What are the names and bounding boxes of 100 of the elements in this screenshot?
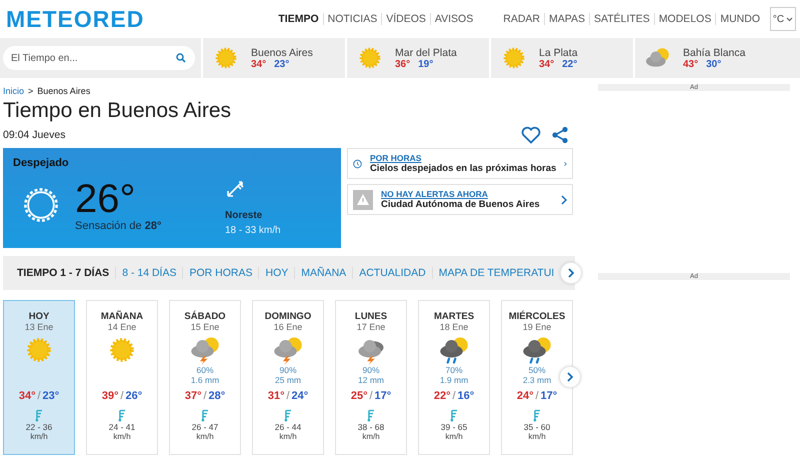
info-text: Ciudad Autónoma de Buenos Aires xyxy=(381,199,541,210)
share-icon[interactable] xyxy=(551,126,569,144)
local-time: 09:04 Jueves xyxy=(3,129,66,141)
min-temp: 16° xyxy=(458,390,474,402)
city-item[interactable]: Bahía Blanca 43° 30° xyxy=(633,38,777,78)
sun-icon xyxy=(501,45,527,71)
nav-link[interactable]: SATÉLITES xyxy=(588,13,654,25)
max-temp: 22° xyxy=(434,390,450,402)
day-card[interactable]: DOMINGO 16 Ene 90% 25 mm 31° / 24° 26 - 44 km/h xyxy=(252,300,324,455)
day-date: 19 Ene xyxy=(522,322,552,332)
wind-icon xyxy=(284,409,292,422)
temp-separator: / xyxy=(452,390,456,402)
precip-amount: 12 mm xyxy=(358,375,384,385)
max-temp: 43° xyxy=(683,58,698,70)
nav-link[interactable]: RADAR xyxy=(499,13,544,25)
max-temp: 24° xyxy=(516,390,534,402)
temp-separator: / xyxy=(37,390,41,402)
tab[interactable]: POR HORAS xyxy=(182,267,258,279)
info-link[interactable]: NO HAY ALERTAS AHORA xyxy=(381,189,553,199)
precip-probability: 50% xyxy=(527,365,546,375)
day-card[interactable]: MARTES 18 Ene 70% 1.9 mm 22° / 16° 39 - 65 km/h xyxy=(418,300,490,455)
wind-icon xyxy=(35,409,43,422)
nav-link[interactable]: MUNDO xyxy=(715,13,764,25)
day-card[interactable]: LUNES 17 Ene 90% 12 mm 25° / 17° 38 - 68 km/h xyxy=(335,300,407,455)
city-name: Mar del Plata xyxy=(395,46,457,58)
city-name: Buenos Aires xyxy=(251,46,313,58)
min-temp: 17° xyxy=(374,390,392,402)
unit-select[interactable]: °C xyxy=(770,7,796,31)
precip-probability: 60% xyxy=(195,365,214,375)
precip-probability: 90% xyxy=(361,365,380,375)
info-card[interactable]: POR HORAS Cielos despejados en las próximas horas xyxy=(347,148,573,179)
sun-icon xyxy=(24,335,54,365)
nav-link[interactable]: NOTICIAS xyxy=(322,13,382,25)
wind-icon xyxy=(367,409,375,422)
wind-speed: 26 - 44 xyxy=(274,422,302,432)
day-card[interactable]: MAÑANA 14 Ene 39° / 26° 24 - 41 km/h xyxy=(86,300,158,455)
day-card[interactable]: MIÉRCOLES 19 Ene 50% 2.3 mm 24° / 17° 35 - 60 km/h xyxy=(501,300,573,455)
min-temp: 22° xyxy=(562,58,578,70)
wind-speed: 24 - 41 xyxy=(108,422,136,432)
max-temp: 34° xyxy=(18,390,36,402)
day-date: 14 Ene xyxy=(108,322,136,332)
page-title: Tiempo en Buenos Aires xyxy=(3,99,232,123)
day-date: 17 Ene xyxy=(356,322,386,332)
tab[interactable]: TIEMPO 1 - 7 DÍAS xyxy=(11,267,116,279)
city-item[interactable]: La Plata 34° 22° xyxy=(489,38,633,78)
city-name: Bahía Blanca xyxy=(683,46,746,58)
precip-amount: 1.6 mm xyxy=(190,375,220,385)
caret-icon xyxy=(786,16,794,22)
breadcrumb-separator: > xyxy=(28,86,34,96)
min-temp: 28° xyxy=(208,390,226,402)
max-temp: 34° xyxy=(251,58,266,70)
nav-link[interactable]: MODELOS xyxy=(654,13,716,25)
city-name: La Plata xyxy=(539,46,578,58)
wind-unit: km/h xyxy=(113,432,131,441)
tab[interactable]: ACTUALIDAD xyxy=(352,267,432,279)
info-card[interactable]: NO HAY ALERTAS AHORA Ciudad Autónoma de Buenos Aires xyxy=(347,184,573,215)
tab[interactable]: 8 - 14 DÍAS xyxy=(115,267,182,279)
heart-icon[interactable] xyxy=(521,126,541,144)
info-link[interactable]: POR HORAS xyxy=(370,153,556,163)
breadcrumb-link[interactable]: Inicio xyxy=(3,86,24,96)
wind-direction: Noreste xyxy=(225,210,264,221)
next-button[interactable] xyxy=(559,366,581,388)
wind-speed: 39 - 65 xyxy=(440,422,468,432)
chevron-right-icon xyxy=(561,194,567,204)
nav-link[interactable]: TIEMPO xyxy=(274,13,323,25)
wind-speed: 26 - 47 xyxy=(192,422,218,432)
storm-icon xyxy=(190,335,220,365)
nav-link[interactable]: AVISOS xyxy=(430,13,478,25)
min-temp: 30° xyxy=(706,58,722,70)
day-card[interactable]: SÁBADO 15 Ene 60% 1.6 mm 37° / 28° 26 - 47 km/h xyxy=(169,300,241,455)
max-temp: 25° xyxy=(350,390,368,402)
chevron-right-icon xyxy=(567,372,573,382)
min-temp: 24° xyxy=(292,390,308,402)
city-item[interactable]: Mar del Plata 36° 19° xyxy=(345,38,489,78)
wind-unit: km/h xyxy=(279,432,297,441)
day-card[interactable]: HOY 13 Ene 34° / 23° 22 - 36 km/h xyxy=(3,300,75,455)
city-item[interactable]: Buenos Aires 34° 23° xyxy=(201,38,345,78)
day-date: 15 Ene xyxy=(190,322,220,332)
wind-icon xyxy=(450,409,458,422)
chevron-right-icon xyxy=(568,268,574,278)
search-field[interactable]: El Tiempo en... xyxy=(3,46,195,70)
tab[interactable]: MAÑANA xyxy=(294,267,352,279)
breadcrumb-current: Buenos Aires xyxy=(37,86,90,96)
next-button[interactable] xyxy=(560,262,582,284)
precip-amount: 1.9 mm xyxy=(440,375,468,385)
nav-link[interactable]: MAPAS xyxy=(544,13,589,25)
rain-icon xyxy=(522,335,552,365)
precip-amount: 25 mm xyxy=(275,375,301,385)
wind-speed: 22 - 36 xyxy=(26,422,52,432)
wind-unit: km/h xyxy=(196,432,214,441)
wind-speed: 18 - 33 km/h xyxy=(225,225,281,236)
min-temp: 17° xyxy=(540,390,558,402)
nav-link[interactable]: VÍDEOS xyxy=(381,13,430,25)
day-date: 18 Ene xyxy=(440,322,468,332)
max-temp: 34° xyxy=(539,58,554,70)
wind-icon xyxy=(533,409,541,422)
temp-separator: / xyxy=(203,390,207,402)
day-name: SÁBADO xyxy=(184,311,226,322)
tab[interactable]: HOY xyxy=(258,267,294,279)
wind-icon xyxy=(118,409,126,422)
